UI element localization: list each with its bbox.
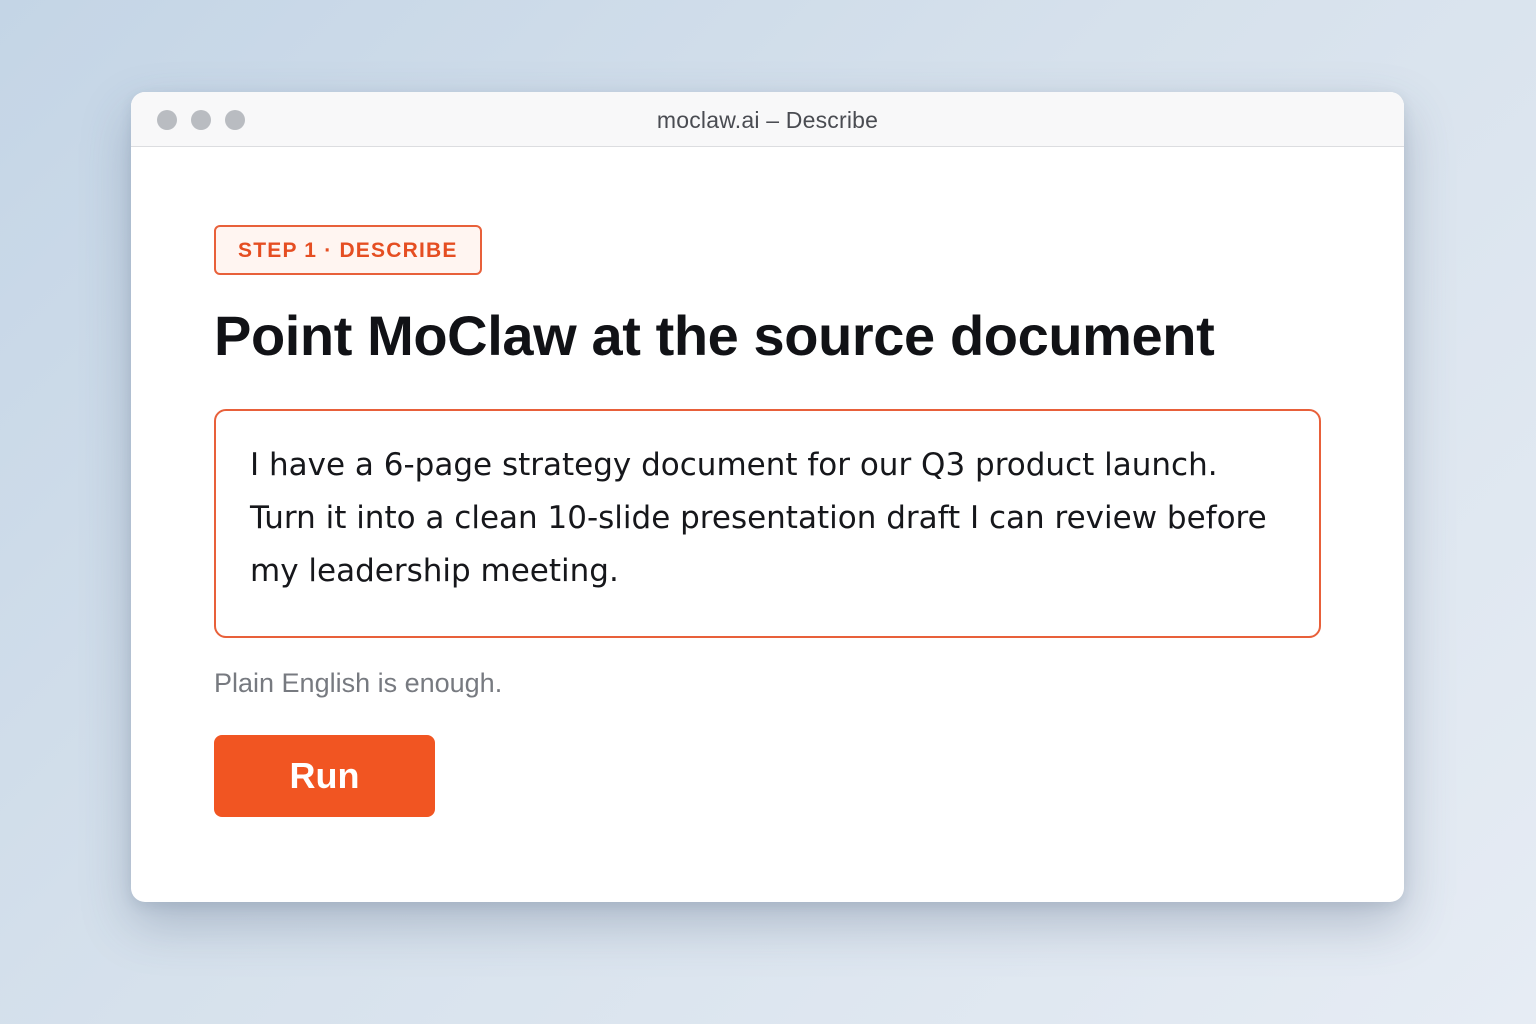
page-title: Point MoClaw at the source document — [214, 304, 1215, 367]
main-content: STEP 1 · DESCRIBE Point MoClaw at the so… — [214, 225, 1321, 817]
window-title: moclaw.ai – Describe — [656, 107, 879, 133]
prompt-input[interactable]: I have a 6-page strategy document for ou… — [214, 408, 1321, 638]
run-button[interactable]: Run — [214, 734, 435, 817]
browser-window: moclaw.ai – Describe STEP 1 · DESCRIBE P… — [131, 92, 1404, 902]
step-badge: STEP 1 · DESCRIBE — [214, 225, 482, 275]
hint-text: Plain English is enough. — [214, 667, 503, 698]
prompt-input-text: I have a 6-page strategy document for ou… — [250, 446, 1267, 589]
title-bar: moclaw.ai – Describe — [131, 92, 1404, 147]
